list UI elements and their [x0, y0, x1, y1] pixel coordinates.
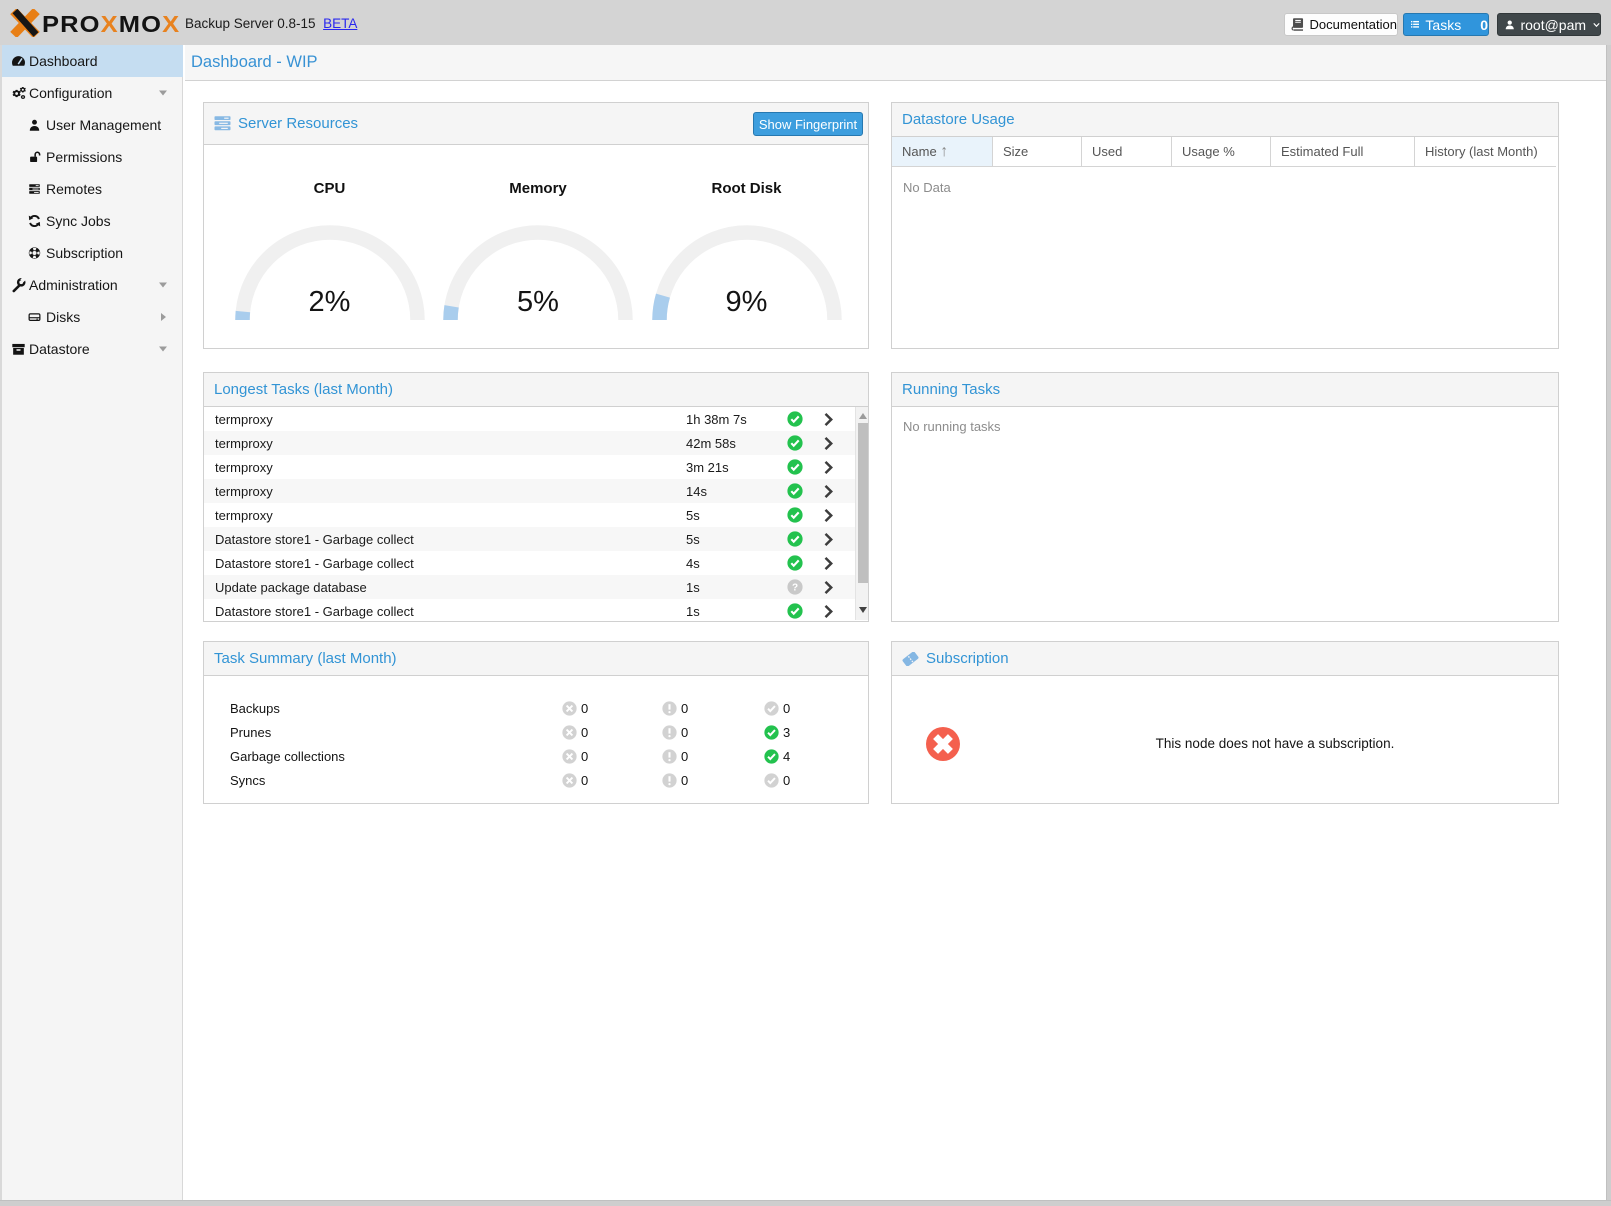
- svg-text:?: ?: [792, 582, 798, 593]
